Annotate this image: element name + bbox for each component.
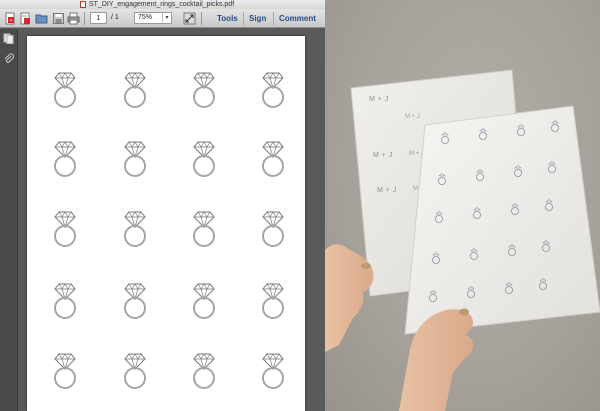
left-fingernail [361, 263, 371, 269]
navigation-pane [0, 29, 18, 411]
diamond-ring-icon [121, 69, 149, 109]
diamond-ring-icon [190, 138, 218, 178]
zoom-value: 75% [138, 14, 153, 21]
front-sheet [404, 105, 600, 335]
photo-illustration: M + J M + J M + J M + JM + JM + JM + J [325, 69, 600, 411]
svg-text:M + J: M + J [405, 114, 420, 120]
tools-button[interactable]: Tools [217, 14, 238, 23]
comment-button[interactable]: Comment [279, 14, 316, 23]
fit-page-icon[interactable] [183, 12, 196, 25]
link-separator [243, 12, 244, 25]
monogram: M + J [369, 96, 389, 103]
page-total: / 1 [111, 14, 119, 21]
diamond-ring-icon [190, 280, 218, 320]
photo-printed-sheets: M + J M + J M + J M + JM + JM + JM + J [325, 0, 600, 411]
toolbar-separator [84, 12, 85, 25]
diamond-ring-icon [259, 69, 287, 109]
attachments-icon[interactable] [3, 53, 14, 64]
monogram: M + J [373, 152, 393, 159]
right-fingernail [459, 308, 469, 316]
diamond-ring-icon [190, 350, 218, 390]
pdf-file-icon [80, 1, 86, 8]
link-separator [273, 12, 274, 25]
diamond-ring-icon [121, 280, 149, 320]
pdf-viewer-window: ST_DIY_engagement_rings_cocktail_picks.p… [0, 0, 325, 411]
diamond-ring-icon [121, 208, 149, 248]
zoom-select[interactable]: 75% ▾ [134, 12, 172, 24]
diamond-ring-icon [51, 138, 79, 178]
diamond-ring-icon [51, 280, 79, 320]
toolbar: + / 1 75% ▾ Tools Sign Comment [0, 9, 325, 28]
left-hand [325, 244, 374, 352]
diamond-ring-icon [51, 350, 79, 390]
page-number-input[interactable] [90, 12, 107, 24]
diamond-ring-icon [259, 280, 287, 320]
pages-panel-icon[interactable] [3, 33, 14, 44]
pdf-page [27, 36, 305, 411]
svg-text:+: + [10, 18, 13, 24]
diamond-ring-icon [190, 69, 218, 109]
diamond-ring-icon [51, 69, 79, 109]
open-folder-icon[interactable] [35, 12, 48, 25]
diamond-ring-icon [190, 208, 218, 248]
edit-pdf-icon[interactable] [19, 12, 32, 25]
sign-button[interactable]: Sign [249, 14, 266, 23]
diamond-ring-icon [259, 350, 287, 390]
create-pdf-icon[interactable]: + [4, 12, 17, 25]
diamond-ring-icon [259, 208, 287, 248]
save-icon[interactable] [52, 12, 65, 25]
window-title: ST_DIY_engagement_rings_cocktail_picks.p… [89, 1, 235, 8]
toolbar-separator [201, 12, 202, 25]
diamond-ring-icon [259, 138, 287, 178]
diamond-ring-icon [51, 208, 79, 248]
monogram: M + J [377, 187, 397, 194]
chevron-down-icon: ▾ [162, 13, 171, 23]
title-bar: ST_DIY_engagement_rings_cocktail_picks.p… [0, 0, 325, 9]
diamond-ring-icon [121, 138, 149, 178]
diamond-ring-icon [121, 350, 149, 390]
print-icon[interactable] [67, 12, 80, 25]
